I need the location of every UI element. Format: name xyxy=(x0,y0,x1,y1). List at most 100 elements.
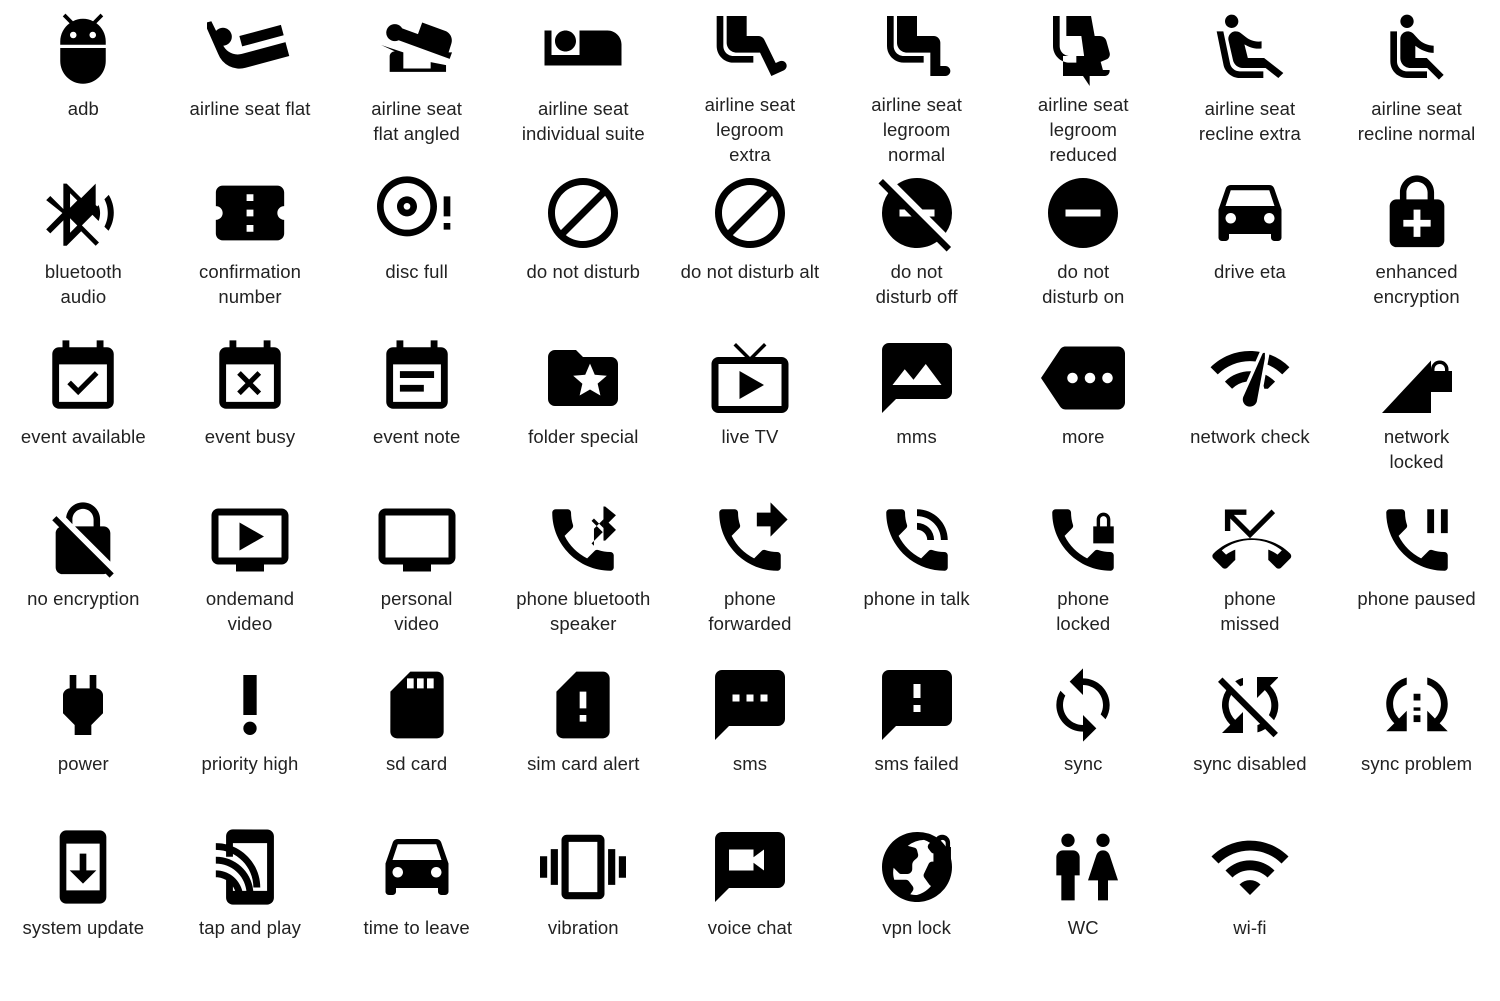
icon-cell-live-tv[interactable]: live TV xyxy=(667,332,834,494)
icon-cell-priority-high[interactable]: priority high xyxy=(167,659,334,819)
icon-cell-event-busy[interactable]: event busy xyxy=(167,332,334,494)
icon-label: phone forwarded xyxy=(708,588,792,634)
icon-label: tap and play xyxy=(198,917,301,938)
icon-cell-more[interactable]: more xyxy=(1000,332,1167,494)
icon-cell-ondemand-video[interactable]: ondemand video xyxy=(167,494,334,659)
icon-cell-wc[interactable]: WC xyxy=(1000,819,1167,994)
icon-label: phone in talk xyxy=(863,588,970,609)
icon-cell-sync-problem[interactable]: sync problem xyxy=(1333,659,1500,819)
icon-label: disc full xyxy=(385,261,448,282)
icon-label: phone bluetooth speaker xyxy=(516,588,651,634)
icon-cell-folder-special[interactable]: folder special xyxy=(500,332,667,494)
icon-cell-sim-card-alert[interactable]: sim card alert xyxy=(500,659,667,819)
icon-cell-do-not-disturb-off[interactable]: do not disturb off xyxy=(833,167,1000,332)
icon-label: network locked xyxy=(1383,426,1450,472)
icon-label: do not disturb xyxy=(526,261,641,282)
icon-label: voice chat xyxy=(707,917,793,938)
phone-paused-icon xyxy=(1333,494,1500,586)
icon-label: ondemand video xyxy=(205,588,295,634)
icon-cell-enhanced-encryption[interactable]: enhanced encryption xyxy=(1333,167,1500,332)
icon-cell-sms[interactable]: sms xyxy=(667,659,834,819)
icon-label: airline seat legroom normal xyxy=(871,94,962,165)
phone-forwarded-icon xyxy=(667,494,834,586)
icon-label: phone missed xyxy=(1220,588,1280,634)
icon-cell-do-not-disturb[interactable]: do not disturb xyxy=(500,167,667,332)
icon-cell-event-available[interactable]: event available xyxy=(0,332,167,494)
icon-cell-airline-seat-recline-extra[interactable]: airline seat recline extra xyxy=(1167,0,1334,167)
icon-cell-no-encryption[interactable]: no encryption xyxy=(0,494,167,659)
event-busy-icon xyxy=(167,332,334,424)
icon-label: power xyxy=(57,753,109,774)
icon-cell-disc-full[interactable]: disc full xyxy=(333,167,500,332)
icon-cell-sd-card[interactable]: sd card xyxy=(333,659,500,819)
icon-label: mms xyxy=(896,426,937,447)
icon-cell-bluetooth-audio[interactable]: bluetooth audio xyxy=(0,167,167,332)
power-icon xyxy=(0,659,167,751)
adb-icon xyxy=(0,0,167,96)
event-available-icon xyxy=(0,332,167,424)
icon-label: adb xyxy=(67,98,99,119)
icon-label: confirmation number xyxy=(199,261,301,307)
icon-cell-wi-fi[interactable]: wi-fi xyxy=(1167,819,1334,994)
airline-seat-flat-angled-icon xyxy=(333,0,500,96)
icon-cell-sync-disabled[interactable]: sync disabled xyxy=(1167,659,1334,819)
icon-cell-airline-seat-legroom-normal[interactable]: airline seat legroom normal xyxy=(833,0,1000,167)
icon-cell-network-locked[interactable]: network locked xyxy=(1333,332,1500,494)
vibration-icon xyxy=(500,819,667,915)
icon-cell-phone-in-talk[interactable]: phone in talk xyxy=(833,494,1000,659)
icon-cell-do-not-disturb-alt[interactable]: do not disturb alt xyxy=(667,167,834,332)
live-tv-icon xyxy=(667,332,834,424)
icon-cell-event-note[interactable]: event note xyxy=(333,332,500,494)
icon-label: enhanced encryption xyxy=(1373,261,1460,307)
time-to-leave-icon xyxy=(333,819,500,915)
icon-cell-drive-eta[interactable]: drive eta xyxy=(1167,167,1334,332)
icon-cell-network-check[interactable]: network check xyxy=(1167,332,1334,494)
more-icon xyxy=(1000,332,1167,424)
icon-cell-power[interactable]: power xyxy=(0,659,167,819)
icon-cell-sync[interactable]: sync xyxy=(1000,659,1167,819)
icon-label: folder special xyxy=(528,426,639,447)
icon-cell-tap-and-play[interactable]: tap and play xyxy=(167,819,334,994)
icon-cell-phone-missed[interactable]: phone missed xyxy=(1167,494,1334,659)
icon-label: priority high xyxy=(201,753,299,774)
do-not-disturb-alt-icon xyxy=(667,167,834,259)
icon-cell-adb[interactable]: adb xyxy=(0,0,167,167)
icon-cell-mms[interactable]: mms xyxy=(833,332,1000,494)
icon-cell-airline-seat-recline-normal[interactable]: airline seat recline normal xyxy=(1333,0,1500,167)
sync-problem-icon xyxy=(1333,659,1500,751)
phone-locked-icon xyxy=(1000,494,1167,586)
icon-cell-do-not-disturb-on[interactable]: do not disturb on xyxy=(1000,167,1167,332)
ondemand-video-icon xyxy=(167,494,334,586)
do-not-disturb-off-icon xyxy=(833,167,1000,259)
icon-cell-confirmation-number[interactable]: confirmation number xyxy=(167,167,334,332)
icon-cell-airline-seat-legroom-reduced[interactable]: airline seat legroom reduced xyxy=(1000,0,1167,167)
icon-cell-personal-video[interactable]: personal video xyxy=(333,494,500,659)
icon-cell-time-to-leave[interactable]: time to leave xyxy=(333,819,500,994)
icon-cell-airline-seat-legroom-extra[interactable]: airline seat legroom extra xyxy=(667,0,834,167)
icon-cell-phone-bluetooth-speaker[interactable]: phone bluetooth speaker xyxy=(500,494,667,659)
priority-high-icon xyxy=(167,659,334,751)
icon-label: WC xyxy=(1067,917,1099,938)
enhanced-encryption-icon xyxy=(1333,167,1500,259)
icon-cell-airline-seat-flat-angled[interactable]: airline seat flat angled xyxy=(333,0,500,167)
airline-seat-individual-suite-icon xyxy=(500,0,667,96)
tap-and-play-icon xyxy=(167,819,334,915)
icon-label: airline seat flat angled xyxy=(371,98,462,144)
icon-cell-phone-forwarded[interactable]: phone forwarded xyxy=(667,494,834,659)
icon-cell-system-update[interactable]: system update xyxy=(0,819,167,994)
icon-label: phone paused xyxy=(1357,588,1476,609)
icon-cell-vibration[interactable]: vibration xyxy=(500,819,667,994)
icon-cell-phone-locked[interactable]: phone locked xyxy=(1000,494,1167,659)
icon-cell-airline-seat-individual-suite[interactable]: airline seat individual suite xyxy=(500,0,667,167)
icon-cell-airline-seat-flat[interactable]: airline seat flat xyxy=(167,0,334,167)
icon-cell-phone-paused[interactable]: phone paused xyxy=(1333,494,1500,659)
none xyxy=(1333,819,1500,915)
sms-failed-icon xyxy=(833,659,1000,751)
icon-label: sim card alert xyxy=(527,753,640,774)
icon-cell-vpn-lock[interactable]: vpn lock xyxy=(833,819,1000,994)
icon-cell-voice-chat[interactable]: voice chat xyxy=(667,819,834,994)
icon-cell-sms-failed[interactable]: sms failed xyxy=(833,659,1000,819)
icon-label: system update xyxy=(22,917,145,938)
wc-icon xyxy=(1000,819,1167,915)
icon-label: do not disturb on xyxy=(1042,261,1125,307)
